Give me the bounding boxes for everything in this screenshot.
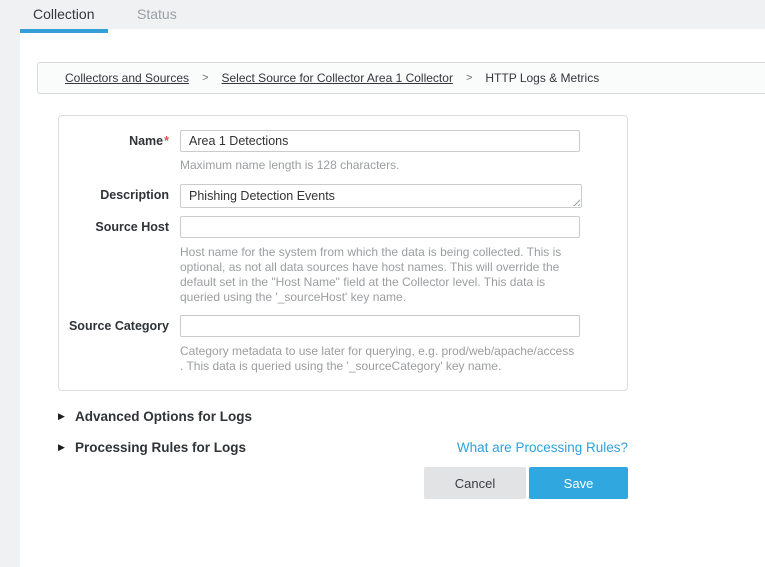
source-category-input[interactable] bbox=[180, 315, 580, 337]
name-label: Name* bbox=[59, 130, 169, 148]
cancel-button[interactable]: Cancel bbox=[424, 467, 526, 499]
active-tab-indicator bbox=[20, 29, 108, 33]
breadcrumb-link-select-source[interactable]: Select Source for Collector Area 1 Colle… bbox=[222, 71, 453, 85]
breadcrumb-separator-icon: > bbox=[202, 72, 208, 84]
processing-rules-help-link[interactable]: What are Processing Rules? bbox=[457, 440, 628, 455]
form-actions: Cancel Save bbox=[58, 467, 628, 499]
source-host-input[interactable] bbox=[180, 216, 580, 238]
source-host-label: Source Host bbox=[59, 216, 169, 234]
breadcrumb-link-collectors[interactable]: Collectors and Sources bbox=[65, 71, 189, 85]
save-button[interactable]: Save bbox=[529, 467, 628, 499]
name-help-text: Maximum name length is 128 characters. bbox=[180, 158, 580, 173]
name-row: Name* Maximum name length is 128 charact… bbox=[59, 130, 627, 173]
advanced-options-row: ▶ Advanced Options for Logs bbox=[58, 409, 628, 424]
source-category-row: Source Category Category metadata to use… bbox=[59, 315, 627, 374]
advanced-options-title: Advanced Options for Logs bbox=[75, 409, 252, 424]
source-host-help-text: Host name for the system from which the … bbox=[180, 245, 580, 305]
expand-triangle-icon: ▶ bbox=[58, 411, 75, 422]
breadcrumb: Collectors and Sources > Select Source f… bbox=[37, 62, 765, 94]
name-label-text: Name bbox=[129, 134, 163, 148]
tab-collection[interactable]: Collection bbox=[33, 6, 94, 22]
processing-rules-title: Processing Rules for Logs bbox=[75, 440, 246, 455]
processing-rules-row: ▶ Processing Rules for Logs What are Pro… bbox=[58, 440, 628, 455]
description-input[interactable]: Phishing Detection Events bbox=[180, 184, 582, 208]
tab-status[interactable]: Status bbox=[137, 6, 177, 22]
processing-rules-toggle[interactable]: ▶ Processing Rules for Logs bbox=[58, 440, 246, 455]
tab-bar: Collection Status bbox=[0, 0, 765, 29]
required-asterisk: * bbox=[164, 134, 169, 148]
description-label: Description bbox=[59, 184, 169, 202]
advanced-options-toggle[interactable]: ▶ Advanced Options for Logs bbox=[58, 409, 252, 424]
source-category-label: Source Category bbox=[59, 315, 169, 333]
source-host-row: Source Host Host name for the system fro… bbox=[59, 216, 627, 305]
breadcrumb-separator-icon: > bbox=[466, 72, 472, 84]
source-config-form: Name* Maximum name length is 128 charact… bbox=[58, 115, 628, 391]
description-row: Description Phishing Detection Events bbox=[59, 184, 627, 208]
expand-triangle-icon: ▶ bbox=[58, 442, 75, 453]
source-category-help-text: Category metadata to use later for query… bbox=[180, 344, 580, 374]
name-input[interactable] bbox=[180, 130, 580, 152]
breadcrumb-current-page: HTTP Logs & Metrics bbox=[485, 71, 599, 85]
main-content: Collectors and Sources > Select Source f… bbox=[20, 29, 765, 567]
